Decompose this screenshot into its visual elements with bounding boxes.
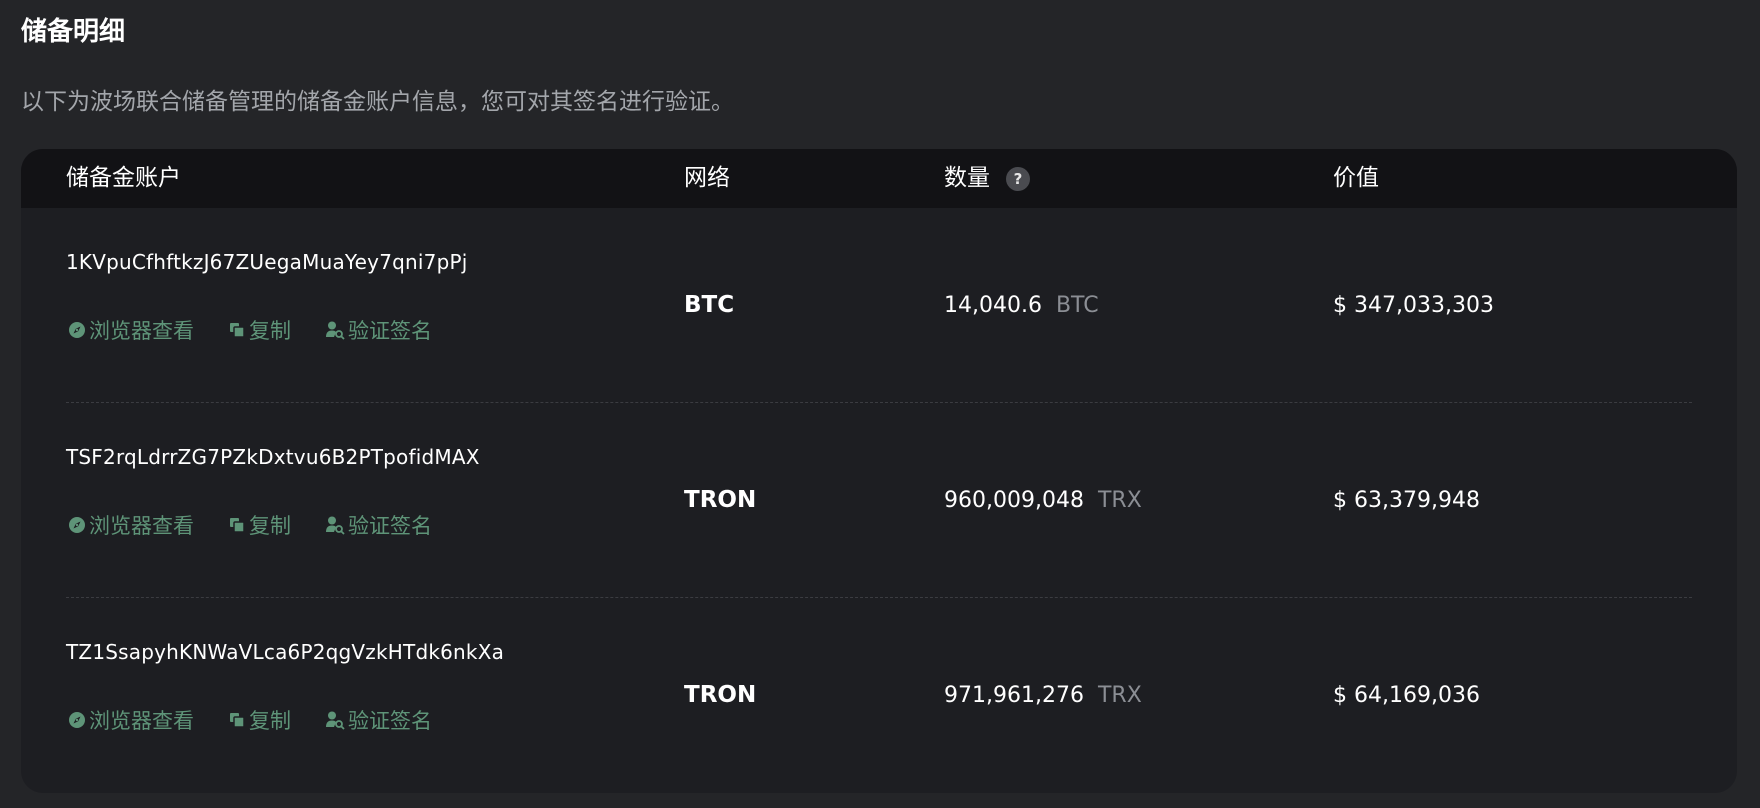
verify-signature-button[interactable]: 验证签名 (325, 705, 432, 735)
amount-cell: 14,040.6 BTC (944, 208, 1099, 403)
amount-value: 960,009,048 (944, 488, 1084, 513)
header-account: 储备金账户 (66, 165, 181, 191)
page-title: 储备明细 (21, 17, 126, 47)
question-icon[interactable]: ? (1006, 166, 1030, 191)
user-search-icon (325, 515, 345, 535)
copy-label: 复制 (249, 319, 291, 343)
header-network: 网络 (684, 165, 730, 191)
row-actions: 浏览器查看 复制 验证签名 (68, 706, 432, 734)
verify-label: 验证签名 (348, 319, 432, 343)
header-amount-label: 数量 (944, 165, 990, 191)
verify-label: 验证签名 (348, 709, 432, 733)
amount-value: 971,961,276 (944, 683, 1084, 708)
explorer-label: 浏览器查看 (89, 514, 194, 538)
table-row: 1KVpuCfhftkzJ67ZUegaMuaYey7qni7pPj 浏览器查看… (21, 208, 1737, 403)
table-row: TZ1SsapyhKNWaVLca6P2qgVzkHTdk6nkXa 浏览器查看… (21, 598, 1737, 793)
value-cell: $ 347,033,303 (1333, 293, 1494, 318)
amount-cell: 960,009,048 TRX (944, 403, 1142, 598)
compass-icon (68, 321, 86, 339)
copy-icon (228, 321, 246, 339)
verify-signature-button[interactable]: 验证签名 (325, 510, 432, 540)
network-cell: TRON (684, 682, 757, 708)
value-cell: $ 63,379,948 (1333, 488, 1480, 513)
copy-icon (228, 516, 246, 534)
copy-label: 复制 (249, 514, 291, 538)
copy-button[interactable]: 复制 (228, 510, 291, 540)
copy-button[interactable]: 复制 (228, 315, 291, 345)
copy-label: 复制 (249, 709, 291, 733)
row-actions: 浏览器查看 复制 验证签名 (68, 316, 432, 344)
page-description: 以下为波场联合储备管理的储备金账户信息，您可对其签名进行验证。 (21, 89, 734, 115)
amount-unit: TRX (1097, 683, 1142, 708)
account-address: TSF2rqLdrrZG7PZkDxtvu6B2PTpofidMAX (66, 445, 480, 469)
network-cell: BTC (684, 292, 735, 318)
explorer-link[interactable]: 浏览器查看 (68, 510, 194, 540)
account-address: 1KVpuCfhftkzJ67ZUegaMuaYey7qni7pPj (66, 250, 468, 274)
amount-cell: 971,961,276 TRX (944, 598, 1142, 793)
value-cell: $ 64,169,036 (1333, 683, 1480, 708)
explorer-label: 浏览器查看 (89, 319, 194, 343)
network-cell: TRON (684, 487, 757, 513)
copy-icon (228, 711, 246, 729)
table-header: 储备金账户 网络 数量 ? 价值 (21, 149, 1737, 208)
reserve-table: 储备金账户 网络 数量 ? 价值 1KVpuCfhftkzJ67ZUegaMua… (21, 149, 1737, 793)
verify-label: 验证签名 (348, 514, 432, 538)
explorer-link[interactable]: 浏览器查看 (68, 705, 194, 735)
copy-button[interactable]: 复制 (228, 705, 291, 735)
account-address: TZ1SsapyhKNWaVLca6P2qgVzkHTdk6nkXa (66, 640, 505, 664)
row-actions: 浏览器查看 复制 验证签名 (68, 511, 432, 539)
user-search-icon (325, 710, 345, 730)
table-row: TSF2rqLdrrZG7PZkDxtvu6B2PTpofidMAX 浏览器查看… (21, 403, 1737, 598)
header-value: 价值 (1333, 165, 1379, 191)
amount-value: 14,040.6 (944, 293, 1042, 318)
explorer-label: 浏览器查看 (89, 709, 194, 733)
amount-unit: TRX (1097, 488, 1142, 513)
compass-icon (68, 516, 86, 534)
user-search-icon (325, 320, 345, 340)
header-amount: 数量 ? (944, 149, 1030, 208)
verify-signature-button[interactable]: 验证签名 (325, 315, 432, 345)
compass-icon (68, 711, 86, 729)
amount-unit: BTC (1055, 293, 1099, 318)
explorer-link[interactable]: 浏览器查看 (68, 315, 194, 345)
